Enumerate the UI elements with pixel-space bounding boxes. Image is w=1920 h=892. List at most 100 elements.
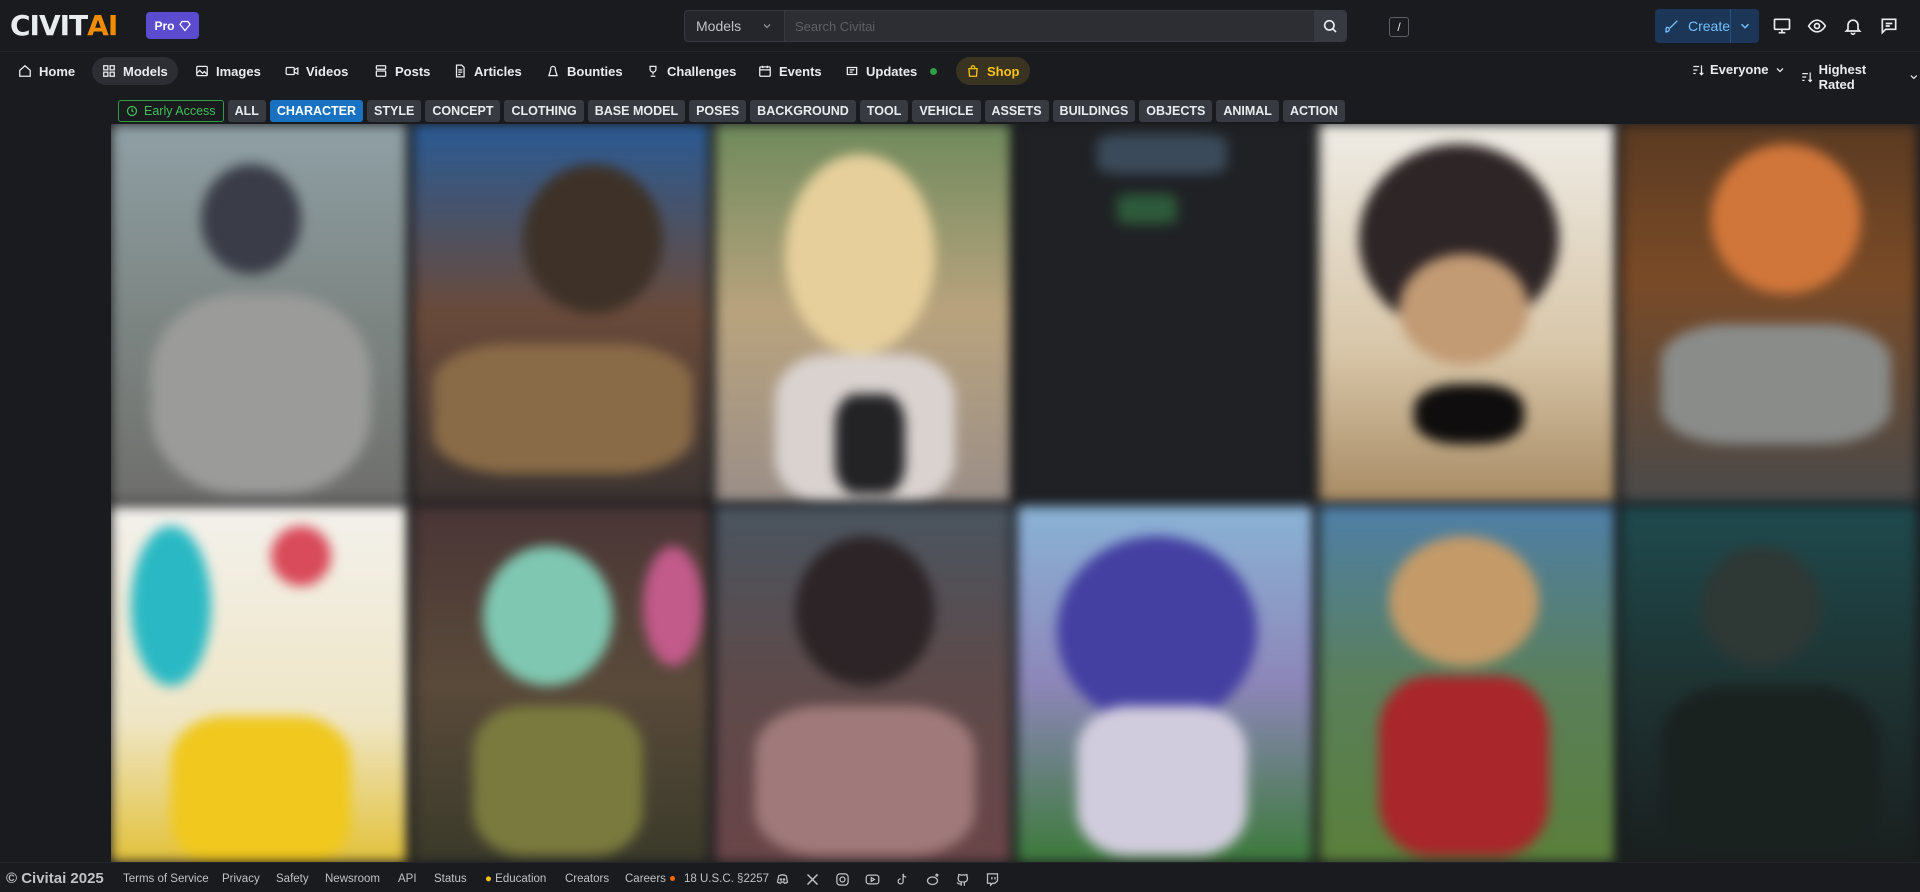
- tag-background[interactable]: BACKGROUND: [750, 100, 856, 122]
- upload-screen-button[interactable]: [1770, 14, 1794, 38]
- model-card[interactable]: [715, 124, 1011, 502]
- footer-link-privacy[interactable]: Privacy: [222, 873, 260, 885]
- tag-all[interactable]: ALL: [227, 100, 266, 122]
- search-icon: [1323, 19, 1337, 33]
- browsing-level-button[interactable]: [1805, 14, 1829, 38]
- nav-images-label: Images: [216, 63, 261, 79]
- tag-assets[interactable]: ASSETS: [984, 100, 1049, 122]
- tag-buildings[interactable]: BUILDINGS: [1052, 100, 1136, 122]
- footer-link-education[interactable]: ● Education: [485, 873, 546, 885]
- discord-icon[interactable]: [774, 871, 790, 887]
- tag-objects[interactable]: OBJECTS: [1139, 100, 1213, 122]
- model-card[interactable]: [1017, 124, 1313, 502]
- model-card[interactable]: [1017, 506, 1313, 862]
- nav-articles-label: Articles: [474, 63, 522, 79]
- bell-icon: [1844, 19, 1862, 36]
- twitch-icon[interactable]: [984, 871, 1000, 887]
- article-icon: [455, 64, 465, 78]
- pro-button[interactable]: Pro: [146, 12, 199, 39]
- model-card[interactable]: [1621, 506, 1917, 862]
- posts-icon: [375, 65, 387, 77]
- lightbulb-icon: ●: [485, 873, 492, 885]
- home-icon: [19, 64, 31, 77]
- tag-base-model[interactable]: BASE MODEL: [587, 100, 686, 122]
- search-shortcut-key: /: [1389, 17, 1409, 37]
- search-scope-label: Models: [696, 18, 742, 34]
- early-access-tag[interactable]: Early Access: [118, 100, 224, 122]
- updates-icon: [846, 66, 858, 76]
- search-bar: Models /: [684, 10, 1409, 42]
- model-card[interactable]: [413, 124, 709, 502]
- tiktok-icon[interactable]: [894, 871, 910, 887]
- tag-character[interactable]: CHARACTER: [269, 100, 364, 122]
- nav-events[interactable]: Events: [748, 57, 832, 85]
- create-button[interactable]: Create: [1655, 9, 1759, 43]
- chat-button[interactable]: [1877, 14, 1901, 38]
- tag-concept[interactable]: CONCEPT: [425, 100, 501, 122]
- footer-link-status[interactable]: Status: [434, 873, 467, 885]
- footer-link-safety[interactable]: Safety: [276, 873, 309, 885]
- nav-articles[interactable]: Articles: [443, 57, 532, 85]
- category-tags: Early Access ALL CHARACTER STYLE CONCEPT…: [118, 100, 1345, 122]
- nav-posts[interactable]: Posts: [364, 57, 440, 85]
- github-icon[interactable]: [954, 871, 970, 887]
- footer: © Civitai 2025 Terms of Service Privacy …: [0, 862, 1920, 892]
- bounty-icon: [548, 65, 558, 77]
- x-icon[interactable]: [804, 871, 820, 887]
- monitor-upload-icon: [1773, 18, 1791, 34]
- main-nav: Home Models Images Videos Posts Articles…: [0, 53, 1920, 92]
- instagram-icon[interactable]: [834, 871, 850, 887]
- education-label: Education: [495, 873, 547, 885]
- video-icon: [285, 66, 299, 76]
- nav-updates[interactable]: Updates: [835, 57, 947, 85]
- model-card[interactable]: [413, 506, 709, 862]
- footer-link-api[interactable]: API: [398, 873, 417, 885]
- tag-style[interactable]: STYLE: [367, 100, 422, 122]
- footer-link-newsroom[interactable]: Newsroom: [325, 873, 380, 885]
- nav-bounties-label: Bounties: [567, 63, 623, 79]
- nav-videos[interactable]: Videos: [275, 57, 358, 85]
- reddit-icon[interactable]: [924, 871, 940, 887]
- tag-tool[interactable]: TOOL: [859, 100, 909, 122]
- chevron-down-icon: [763, 24, 771, 29]
- create-menu-toggle[interactable]: [1731, 19, 1759, 33]
- model-card[interactable]: [111, 124, 407, 502]
- logo-civit-text: CIVIT: [10, 8, 88, 42]
- tag-poses[interactable]: POSES: [689, 100, 747, 122]
- shop-icon: [968, 65, 978, 77]
- model-card[interactable]: [1319, 124, 1615, 502]
- tag-vehicle[interactable]: VEHICLE: [912, 100, 981, 122]
- footer-link-terms[interactable]: Terms of Service: [123, 873, 209, 885]
- model-card[interactable]: [715, 506, 1011, 862]
- model-card[interactable]: [111, 506, 407, 862]
- nav-models[interactable]: Models: [92, 57, 178, 85]
- sort-icon: [1802, 72, 1813, 83]
- nav-images[interactable]: Images: [185, 57, 271, 85]
- nav-challenges[interactable]: Challenges: [636, 57, 746, 85]
- footer-link-creators[interactable]: Creators: [565, 873, 609, 885]
- nav-home[interactable]: Home: [8, 57, 85, 85]
- notifications-button[interactable]: [1841, 14, 1865, 38]
- nav-shop[interactable]: Shop: [956, 57, 1030, 85]
- chevron-down-icon: [1776, 67, 1783, 72]
- footer-link-2257[interactable]: 18 U.S.C. §2257: [684, 873, 769, 885]
- tag-animal[interactable]: ANIMAL: [1216, 100, 1279, 122]
- early-access-label: Early Access: [144, 104, 216, 118]
- search-scope-select[interactable]: Models: [685, 11, 785, 41]
- sort-select[interactable]: Highest Rated: [1800, 62, 1920, 92]
- footer-link-careers[interactable]: Careers: [625, 873, 675, 885]
- audience-filter-label: Everyone: [1710, 62, 1769, 77]
- diamond-icon: [178, 20, 191, 31]
- model-card[interactable]: [1621, 124, 1917, 502]
- nav-bounties[interactable]: Bounties: [536, 57, 633, 85]
- model-card[interactable]: [1319, 506, 1615, 862]
- nav-events-label: Events: [779, 63, 822, 79]
- civitai-logo[interactable]: CIVIT AI: [10, 9, 118, 42]
- youtube-icon[interactable]: [864, 871, 880, 887]
- tag-clothing[interactable]: CLOTHING: [504, 100, 584, 122]
- tag-action[interactable]: ACTION: [1282, 100, 1345, 122]
- search-button[interactable]: [1314, 11, 1346, 41]
- search-input[interactable]: [785, 11, 1314, 41]
- audience-filter[interactable]: Everyone: [1691, 62, 1786, 77]
- create-label: Create: [1688, 18, 1731, 34]
